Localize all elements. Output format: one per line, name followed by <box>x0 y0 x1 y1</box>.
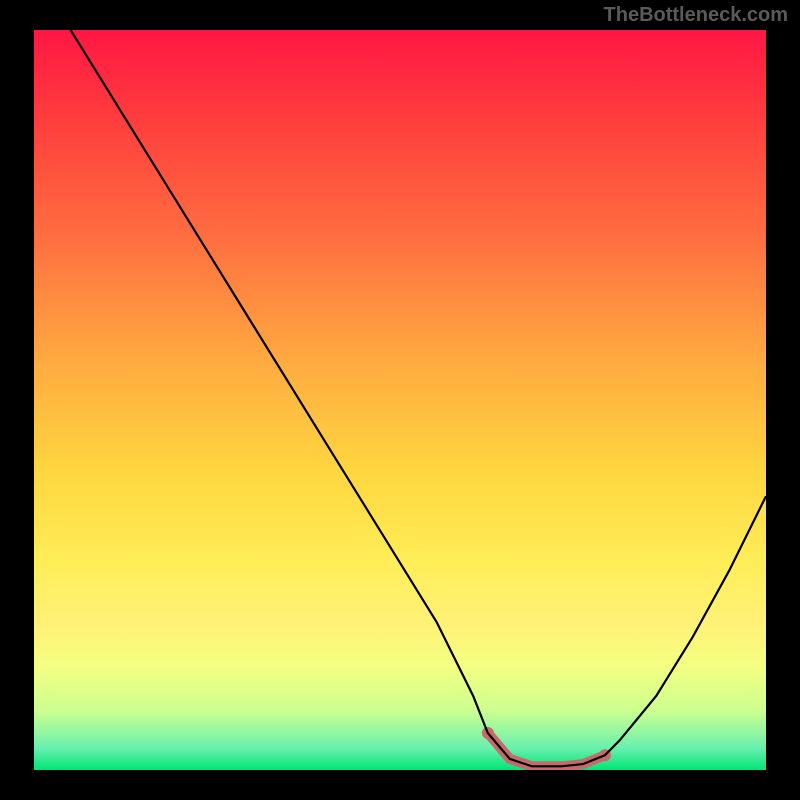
chart-svg <box>34 30 766 770</box>
chart-main-curve <box>71 30 766 766</box>
watermark-text: TheBottleneck.com <box>604 4 788 27</box>
chart-plot-area <box>34 30 766 770</box>
